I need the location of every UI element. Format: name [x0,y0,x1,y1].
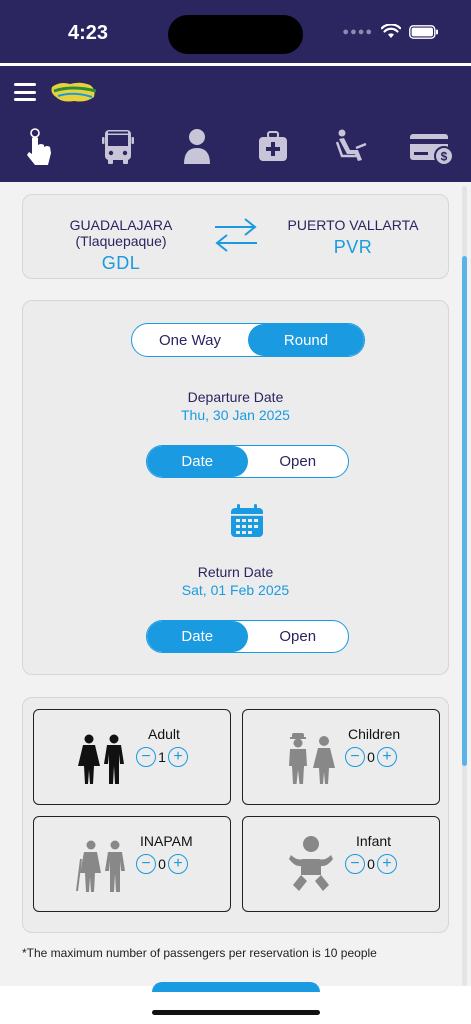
children-minus-button[interactable]: − [345,747,365,767]
inapam-label: INAPAM [140,833,193,849]
infant-plus-button[interactable]: + [377,854,397,874]
bus-icon[interactable] [102,128,134,166]
origin-code: GDL [101,253,141,273]
infant-label: Infant [356,833,392,849]
infant-icon [289,836,333,891]
wizard-steps: $ [0,128,471,172]
return-mode-toggle: Date Open [146,620,349,653]
destination-name: PUERTO VALLARTA [287,217,419,233]
children-icon [289,733,335,784]
seat-icon[interactable] [336,128,370,166]
payment-icon[interactable]: $ [409,128,455,168]
infant-stepper: − 0 + [345,854,397,874]
inapam-box: INAPAM − 0 + [33,816,231,912]
adult-plus-button[interactable]: + [168,747,188,767]
departure-date[interactable]: Thu, 30 Jan 2025 [23,407,448,423]
home-indicator [152,1010,320,1015]
inapam-minus-button[interactable]: − [136,854,156,874]
adult-count: 1 [158,749,166,765]
children-label: Children [348,726,401,742]
wifi-icon [381,24,401,38]
status-time: 4:23 [68,22,109,44]
return-date-option[interactable]: Date [147,621,248,652]
departure-date-option[interactable]: Date [147,446,248,477]
infant-count: 0 [367,856,375,872]
adult-box: Adult − 1 + [33,709,231,805]
dynamic-island [168,15,303,54]
inapam-plus-button[interactable]: + [168,854,188,874]
destination-code: PVR [333,237,373,257]
origin[interactable]: GUADALAJARA (Tlaquepaque) GDL [29,217,213,274]
children-box: Children − 0 + [242,709,440,805]
children-count: 0 [367,749,375,765]
battery-icon [409,24,438,39]
departure-open-option[interactable]: Open [248,446,349,477]
passenger-limit-note: *The maximum number of passengers per re… [22,946,377,960]
swap-icon[interactable] [213,217,259,253]
origin-name: GUADALAJARA (Tlaquepaque) [69,217,173,249]
infant-box: Infant − 0 + [242,816,440,912]
svg-text:$: $ [441,150,448,164]
adult-label: Adult [148,726,180,742]
inapam-stepper: − 0 + [136,854,188,874]
return-label: Return Date [197,564,274,580]
trip-card: One Way Round Departure Date Thu, 30 Jan… [22,300,449,675]
signal-icon: ●●●● [342,25,373,38]
children-stepper: − 0 + [345,747,397,767]
calendar-icon[interactable] [229,503,265,539]
children-plus-button[interactable]: + [377,747,397,767]
app-header: 4:23 ●●●● $ [0,0,471,182]
touch-icon[interactable] [26,128,54,168]
return-date[interactable]: Sat, 01 Feb 2025 [23,582,448,598]
user-icon[interactable] [183,128,211,166]
menu-icon[interactable] [14,83,36,101]
medical-icon[interactable] [258,128,288,166]
adult-minus-button[interactable]: − [136,747,156,767]
one-way-option[interactable]: One Way [132,324,248,356]
return-open-option[interactable]: Open [248,621,349,652]
route-card: GUADALAJARA (Tlaquepaque) GDL PUERTO VAL… [22,194,449,279]
trip-type-toggle: One Way Round [131,323,365,357]
destination[interactable]: PUERTO VALLARTA PVR [263,217,443,258]
brand-logo [51,82,97,102]
departure-label: Departure Date [187,389,284,405]
infant-minus-button[interactable]: − [345,854,365,874]
inapam-icon [76,840,125,892]
inapam-count: 0 [158,856,166,872]
scrollbar-thumb[interactable] [462,256,467,766]
status-icons: ●●●● [342,24,439,39]
adult-stepper: − 1 + [136,747,188,767]
adult-icon [78,734,124,784]
passengers-card: Adult − 1 + Children − 0 + INAPAM − 0 + … [22,697,449,933]
header-divider [0,63,471,66]
departure-mode-toggle: Date Open [146,445,349,478]
continue-button[interactable] [152,982,320,992]
round-option[interactable]: Round [248,324,364,356]
